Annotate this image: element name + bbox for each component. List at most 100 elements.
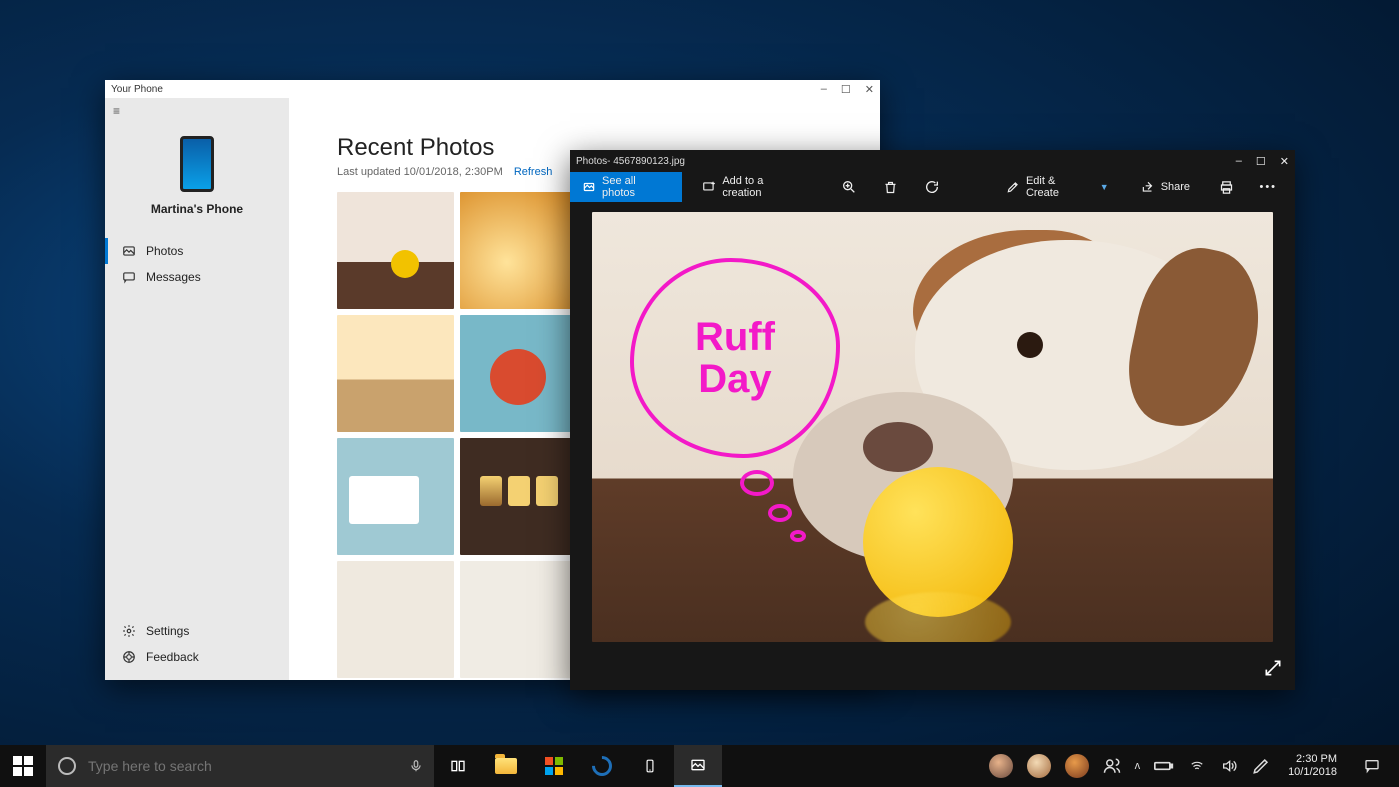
search-input[interactable]: [88, 758, 386, 774]
sidebar-item-photos[interactable]: Photos: [105, 238, 289, 264]
your-phone-titlebar[interactable]: Your Phone – ☐ ✕: [105, 80, 880, 98]
rotate-button[interactable]: [915, 172, 948, 202]
delete-button[interactable]: [873, 172, 906, 202]
fullscreen-button[interactable]: [1259, 654, 1287, 682]
task-view-button[interactable]: [434, 745, 482, 787]
photos-title: Photos- 4567890123.jpg: [576, 156, 685, 167]
more-button[interactable]: •••: [1252, 172, 1285, 202]
window-controls: – ☐ ✕: [821, 83, 874, 96]
system-tray: ʌ 2:30 PM 10/1/2018: [979, 745, 1399, 787]
see-all-photos-button[interactable]: See all photos: [570, 172, 682, 202]
print-icon: [1219, 180, 1234, 195]
mic-icon: [409, 757, 423, 775]
add-to-creation-button[interactable]: Add to a creation: [690, 172, 816, 202]
photo-thumb[interactable]: [460, 438, 577, 555]
gear-icon: [122, 624, 136, 638]
photo-thumb[interactable]: [337, 438, 454, 555]
sidebar-item-label: Messages: [146, 270, 201, 284]
photos-icon: [122, 244, 136, 258]
trash-icon: [883, 180, 898, 195]
photos-titlebar[interactable]: Photos- 4567890123.jpg – ☐ ✕: [570, 150, 1295, 172]
sidebar-item-label: Settings: [146, 624, 189, 638]
hamburger-icon[interactable]: ≡: [105, 98, 289, 124]
chevron-down-icon: ▼: [1100, 182, 1109, 192]
photos-taskbar-button[interactable]: [674, 745, 722, 787]
task-view-icon: [448, 758, 468, 774]
edge-icon: [588, 752, 616, 780]
start-button[interactable]: [0, 745, 46, 787]
wifi-icon[interactable]: [1188, 759, 1206, 773]
photo-viewport[interactable]: RuffDay: [570, 202, 1295, 690]
search-box[interactable]: [46, 745, 398, 787]
share-icon: [1141, 180, 1155, 194]
photos-icon: [689, 757, 707, 773]
more-icon: •••: [1259, 181, 1277, 193]
maximize-button[interactable]: ☐: [1256, 155, 1266, 168]
sidebar-item-feedback[interactable]: Feedback: [105, 644, 289, 670]
cortana-icon: [58, 757, 76, 775]
close-button[interactable]: ✕: [1280, 155, 1289, 168]
clock-time: 2:30 PM: [1288, 753, 1337, 766]
volume-icon[interactable]: [1220, 758, 1238, 774]
your-phone-title: Your Phone: [111, 84, 163, 95]
photo-thumb[interactable]: [460, 315, 577, 432]
tray-overflow-button[interactable]: ʌ: [1135, 760, 1141, 772]
share-button[interactable]: Share: [1129, 172, 1202, 202]
maximize-button[interactable]: ☐: [841, 83, 851, 96]
edge-button[interactable]: [578, 745, 626, 787]
last-updated-text: Last updated 10/01/2018, 2:30PM: [337, 166, 503, 178]
expand-icon: [1263, 658, 1283, 678]
minimize-button[interactable]: –: [821, 83, 827, 96]
microsoft-store-button[interactable]: [530, 745, 578, 787]
sidebar-item-label: Photos: [146, 244, 183, 258]
battery-icon[interactable]: [1154, 760, 1174, 772]
edit-create-button[interactable]: Edit & Create ▼: [994, 172, 1121, 202]
photo-thumb[interactable]: [460, 561, 577, 678]
sidebar-item-label: Feedback: [146, 650, 199, 664]
refresh-link[interactable]: Refresh: [514, 166, 553, 178]
minimize-button[interactable]: –: [1236, 155, 1242, 168]
mic-button[interactable]: [398, 745, 434, 787]
phone-name: Martina's Phone: [151, 202, 243, 216]
feedback-icon: [122, 650, 136, 664]
sidebar-bottom: Settings Feedback: [105, 618, 289, 670]
see-all-photos-label: See all photos: [602, 175, 670, 199]
file-explorer-button[interactable]: [482, 745, 530, 787]
zoom-icon: [841, 179, 857, 195]
share-label: Share: [1161, 181, 1190, 193]
photo-thumb[interactable]: [460, 192, 577, 309]
sidebar-item-messages[interactable]: Messages: [105, 264, 289, 290]
close-button[interactable]: ✕: [865, 83, 874, 96]
photo-thumb[interactable]: [337, 315, 454, 432]
messages-icon: [122, 270, 136, 284]
people-avatar[interactable]: [1027, 754, 1051, 778]
print-button[interactable]: [1210, 172, 1243, 202]
folder-icon: [495, 758, 517, 774]
phone-illustration: Martina's Phone: [105, 136, 289, 216]
edit-icon: [1006, 180, 1020, 194]
people-avatar[interactable]: [1065, 754, 1089, 778]
photo-thumb[interactable]: [337, 192, 454, 309]
taskbar-apps: [434, 745, 722, 787]
people-button[interactable]: [1103, 757, 1121, 775]
zoom-button[interactable]: [832, 172, 865, 202]
collection-icon: [582, 180, 596, 194]
people-avatar[interactable]: [989, 754, 1013, 778]
ink-workspace-icon[interactable]: [1252, 757, 1270, 775]
sidebar-nav: Photos Messages: [105, 238, 289, 290]
add-creation-label: Add to a creation: [722, 175, 804, 199]
photo-thumb[interactable]: [337, 561, 454, 678]
your-phone-taskbar-button[interactable]: [626, 745, 674, 787]
clock[interactable]: 2:30 PM 10/1/2018: [1284, 753, 1341, 778]
add-photo-icon: [702, 180, 716, 194]
clock-date: 10/1/2018: [1288, 766, 1337, 779]
ink-annotation: RuffDay: [630, 258, 840, 458]
photos-viewer-window: Photos- 4567890123.jpg – ☐ ✕ See all pho…: [570, 150, 1295, 690]
phone-icon: [180, 136, 214, 192]
edit-create-label: Edit & Create: [1026, 175, 1090, 199]
sidebar-item-settings[interactable]: Settings: [105, 618, 289, 644]
window-controls: – ☐ ✕: [1236, 155, 1289, 168]
windows-icon: [13, 756, 33, 776]
action-center-button[interactable]: [1355, 745, 1389, 787]
store-icon: [545, 757, 563, 775]
